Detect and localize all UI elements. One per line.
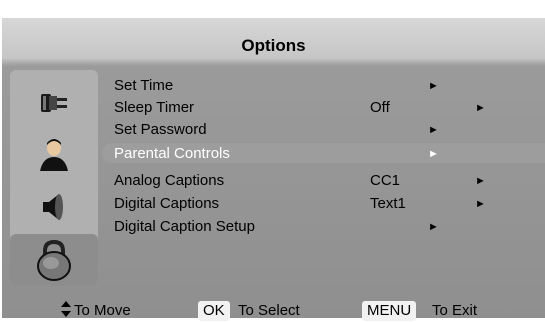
menu-item-analog-captions[interactable]: Analog Captions CC1 ►: [102, 170, 545, 190]
menu-item-label: Digital Caption Setup: [114, 218, 255, 235]
arrow-right-icon: ►: [428, 124, 439, 136]
arrow-right-icon: ►: [475, 198, 486, 210]
menu-item-label: Parental Controls: [114, 145, 230, 162]
category-person[interactable]: [10, 130, 98, 180]
arrow-right-icon: ►: [475, 102, 486, 114]
ok-key[interactable]: OK: [198, 301, 230, 321]
menu-item-label: Digital Captions: [114, 195, 220, 212]
menu-item-label: Set Time: [114, 77, 174, 94]
menu-item-digital-captions[interactable]: Digital Captions Text1 ►: [102, 193, 545, 213]
arrow-right-icon: ►: [428, 148, 439, 160]
menu-item-value: Text1: [370, 195, 406, 212]
person-icon: [40, 139, 68, 171]
arrow-right-icon: ►: [428, 221, 439, 233]
menu-item-digital-caption-setup[interactable]: Digital Caption Setup ►: [102, 216, 545, 236]
arrow-right-icon: ►: [428, 80, 439, 92]
menu-item-value: CC1: [370, 172, 401, 189]
page-title: Options: [241, 36, 306, 55]
lock-icon: [37, 239, 71, 281]
up-down-arrows-icon: [60, 300, 72, 322]
select-hint: To Select: [238, 302, 300, 319]
plug-icon: [41, 94, 67, 112]
menu-item-label: Set Password: [114, 121, 207, 138]
exit-hint: To Exit: [432, 302, 478, 319]
arrow-right-icon: ►: [475, 175, 486, 187]
menu-item-label: Sleep Timer: [114, 99, 195, 116]
category-icon-column: [10, 70, 98, 286]
menu-key[interactable]: MENU: [362, 301, 417, 321]
options-menu-screen: Options Set Time ► Sleep Timer Off ► Set…: [2, 18, 545, 321]
move-hint: To Move: [74, 302, 131, 319]
footer-hints: To Move OK To Select MENU To Exit: [2, 298, 545, 321]
menu-item-set-time[interactable]: Set Time ►: [102, 75, 545, 95]
category-plug[interactable]: [10, 78, 98, 128]
menu-item-value: Off: [370, 99, 390, 116]
menu-item-sleep-timer[interactable]: Sleep Timer Off ►: [102, 97, 545, 117]
speaker-icon: [43, 194, 63, 220]
category-audio[interactable]: [10, 182, 98, 232]
menu-item-parental-controls[interactable]: Parental Controls ►: [102, 143, 545, 163]
category-lock[interactable]: [10, 234, 98, 286]
menu-item-set-password[interactable]: Set Password ►: [102, 119, 545, 139]
menu-item-label: Analog Captions: [114, 172, 225, 189]
